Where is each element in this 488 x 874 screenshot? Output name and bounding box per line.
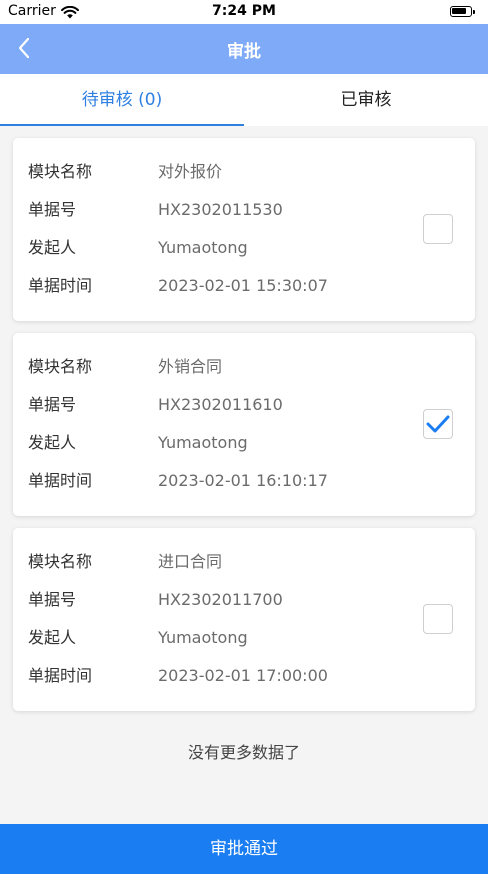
- select-checkbox[interactable]: [423, 214, 453, 244]
- clock: 7:24 PM: [212, 3, 276, 19]
- tab-pending[interactable]: 待审核 (0): [0, 74, 244, 126]
- no-more-data-text: 没有更多数据了: [187, 743, 300, 762]
- record-card[interactable]: 模块名称 外销合同 单据号 HX2302011610 发起人 Yumaotong…: [13, 333, 475, 516]
- tab-reviewed[interactable]: 已审核: [244, 74, 488, 126]
- approve-button[interactable]: 审批通过: [0, 824, 488, 874]
- module-value: 外销合同: [158, 357, 223, 376]
- module-label: 模块名称: [28, 162, 93, 181]
- doc-no-label: 单据号: [28, 200, 77, 219]
- checkmark-icon: [426, 415, 450, 433]
- battery-icon: [450, 6, 475, 17]
- record-card[interactable]: 模块名称 对外报价 单据号 HX2302011530 发起人 Yumaotong…: [13, 138, 475, 321]
- module-value: 对外报价: [158, 162, 223, 181]
- doc-time-value: 2023-02-01 16:10:17: [158, 471, 328, 490]
- initiator-value: Yumaotong: [158, 433, 248, 452]
- doc-no-label: 单据号: [28, 395, 77, 414]
- doc-no-value: HX2302011700: [158, 590, 283, 609]
- doc-no-value: HX2302011530: [158, 200, 283, 219]
- doc-time-label: 单据时间: [28, 471, 93, 490]
- navigation-bar: 审批: [0, 24, 488, 74]
- doc-time-value: 2023-02-01 15:30:07: [158, 276, 328, 295]
- module-label: 模块名称: [28, 357, 93, 376]
- status-bar: Carrier 7:24 PM: [0, 0, 488, 24]
- doc-time-label: 单据时间: [28, 276, 93, 295]
- doc-time-value: 2023-02-01 17:00:00: [158, 666, 328, 685]
- doc-no-label: 单据号: [28, 590, 77, 609]
- module-value: 进口合同: [158, 552, 223, 571]
- record-card[interactable]: 模块名称 进口合同 单据号 HX2302011700 发起人 Yumaotong…: [13, 528, 475, 711]
- doc-no-value: HX2302011610: [158, 395, 283, 414]
- select-checkbox[interactable]: [423, 604, 453, 634]
- initiator-label: 发起人: [28, 238, 77, 257]
- page-title: 审批: [227, 42, 261, 62]
- initiator-label: 发起人: [28, 433, 77, 452]
- doc-time-label: 单据时间: [28, 666, 93, 685]
- module-label: 模块名称: [28, 552, 93, 571]
- initiator-value: Yumaotong: [158, 238, 248, 257]
- initiator-label: 发起人: [28, 628, 77, 647]
- initiator-value: Yumaotong: [158, 628, 248, 647]
- select-checkbox-checked[interactable]: [423, 409, 453, 439]
- tab-bar: 待审核 (0) 已审核: [0, 74, 488, 126]
